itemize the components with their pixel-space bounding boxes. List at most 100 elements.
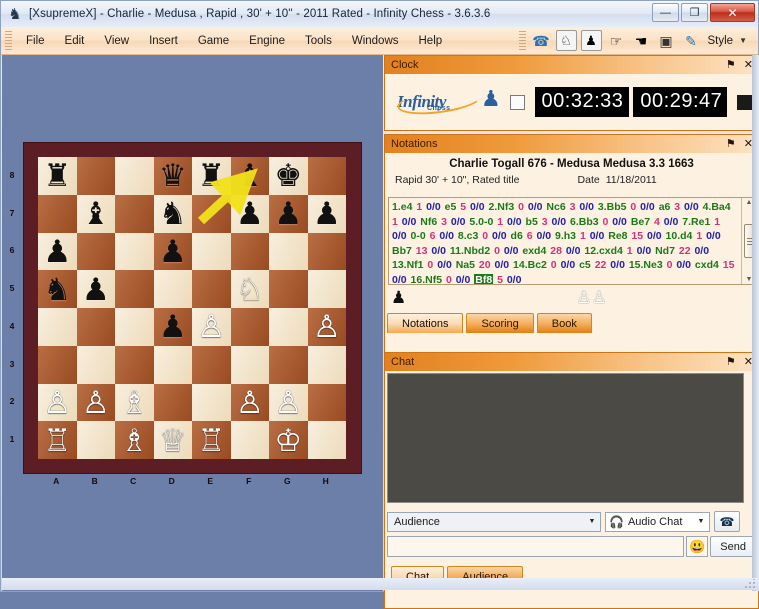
dock-scrollbar[interactable] xyxy=(752,55,759,591)
board-square-f7[interactable]: ♟ xyxy=(230,194,269,233)
board-square-g8[interactable]: ♚ xyxy=(269,157,308,195)
chess-board[interactable]: ♜ ♛ ♜ ♝ ♚ ♝ ♞ ♟ ♟ ♟ ♟ ♟ ♞ ♟ ♘ ♟ ♙ ♙ ♙ ♙ ♗ ♙ ♙ ♖ ♗ ♕ ♖ ♔ xyxy=(23,142,362,474)
send-button[interactable]: Send xyxy=(710,536,756,557)
close-button[interactable]: ✕ xyxy=(710,3,755,22)
board-square-c8[interactable] xyxy=(115,157,154,195)
board-grid[interactable]: ♜ ♛ ♜ ♝ ♚ ♝ ♞ ♟ ♟ ♟ ♟ ♟ ♞ ♟ ♘ ♟ ♙ ♙ ♙ ♙ ♗ ♙ ♙ ♖ ♗ ♕ ♖ ♔ xyxy=(38,157,346,459)
board-square-h1[interactable] xyxy=(307,421,346,459)
move-entry[interactable]: a6 3 0/0 xyxy=(659,201,703,213)
piece-N[interactable]: ♘ xyxy=(236,274,264,305)
move-san[interactable]: Nd7 xyxy=(655,245,675,257)
move-entry[interactable]: 9.h3 1 0/0 xyxy=(555,230,608,242)
piece-r[interactable]: ♜ xyxy=(43,160,71,191)
move-san[interactable]: cxd4 xyxy=(695,259,719,271)
board-square-b4[interactable] xyxy=(76,308,115,346)
move-san[interactable]: Re8 xyxy=(608,230,627,242)
board-square-f2[interactable]: ♙ xyxy=(230,383,269,422)
board-square-a2[interactable]: ♙ xyxy=(38,383,77,422)
piece-P[interactable]: ♙ xyxy=(43,387,71,418)
move-entry[interactable]: 1.e4 1 0/0 xyxy=(392,201,445,213)
board-square-g2[interactable]: ♙ xyxy=(269,383,308,422)
telephone-icon[interactable]: ☎ xyxy=(531,30,552,51)
move-san[interactable]: Be7 xyxy=(631,216,650,228)
piece-r[interactable]: ♜ xyxy=(197,160,225,191)
piece-p[interactable]: ♟ xyxy=(159,311,187,342)
move-entry[interactable]: 13.Nf1 0 0/0 xyxy=(392,259,456,271)
piece-n[interactable]: ♞ xyxy=(43,274,71,305)
chevron-down-icon[interactable]: ▼ xyxy=(739,36,747,45)
piece-R[interactable]: ♖ xyxy=(43,425,71,456)
board-square-c6[interactable] xyxy=(115,232,154,271)
move-san[interactable]: Nc6 xyxy=(546,201,565,213)
menu-item-view[interactable]: View xyxy=(94,31,139,51)
board-square-d6[interactable]: ♟ xyxy=(153,232,192,271)
audience-select[interactable]: Audience ▼ xyxy=(387,511,601,532)
board-square-b3[interactable] xyxy=(76,345,115,384)
board-square-d1[interactable]: ♕ xyxy=(153,421,192,459)
white-knight-icon[interactable]: ♘ xyxy=(555,30,577,51)
board-square-e4[interactable]: ♙ xyxy=(192,308,231,346)
piece-B[interactable]: ♗ xyxy=(120,387,148,418)
piece-b[interactable]: ♝ xyxy=(236,160,264,191)
board-square-d3[interactable] xyxy=(153,345,192,384)
piece-p[interactable]: ♟ xyxy=(159,236,187,267)
hand-resign-icon[interactable]: ☚ xyxy=(631,30,652,51)
board-square-g5[interactable] xyxy=(269,270,308,308)
board-square-f8[interactable]: ♝ xyxy=(230,157,269,195)
toolbar-grip-handle[interactable] xyxy=(518,30,526,51)
piece-p[interactable]: ♟ xyxy=(82,274,110,305)
move-san[interactable]: 11.Nbd2 xyxy=(450,245,490,257)
move-entry[interactable]: exd4 28 0/0 xyxy=(522,245,584,257)
move-san[interactable]: 10.d4 xyxy=(666,230,693,242)
piece-p[interactable]: ♟ xyxy=(236,198,264,229)
board-square-h6[interactable] xyxy=(307,232,346,271)
black-turn-indicator[interactable] xyxy=(737,94,753,110)
piece-p[interactable]: ♟ xyxy=(43,236,71,267)
move-entry[interactable]: 14.Bc2 0 0/0 xyxy=(513,259,579,271)
board-square-f1[interactable] xyxy=(230,421,269,459)
board-square-d8[interactable]: ♛ xyxy=(153,157,192,195)
board-square-d2[interactable] xyxy=(153,383,192,422)
move-san[interactable]: 5.0-0 xyxy=(469,216,493,228)
move-entry[interactable]: 10.d4 1 0/0 xyxy=(666,230,721,242)
move-list-container[interactable]: 1.e4 1 0/0 e5 5 0/0 2.Nf3 0 0/0 Nc6 3 0/… xyxy=(388,197,757,285)
board-square-e6[interactable] xyxy=(192,232,231,271)
move-entry[interactable]: b5 3 0/0 xyxy=(526,216,570,228)
move-san[interactable]: exd4 xyxy=(522,245,546,257)
board-icon[interactable]: ▣ xyxy=(656,30,677,51)
tab-notations[interactable]: Notations xyxy=(387,313,464,333)
piece-p[interactable]: ♟ xyxy=(313,198,341,229)
menu-item-help[interactable]: Help xyxy=(409,31,453,51)
board-square-g1[interactable]: ♔ xyxy=(269,421,308,459)
board-square-b1[interactable] xyxy=(76,421,115,459)
board-square-d4[interactable]: ♟ xyxy=(153,308,192,346)
board-square-c3[interactable] xyxy=(115,345,154,384)
board-square-b5[interactable]: ♟ xyxy=(76,270,115,308)
chevron-down-icon[interactable]: ▼ xyxy=(584,513,600,531)
piece-P[interactable]: ♙ xyxy=(82,387,110,418)
hand-offer-draw-icon[interactable]: ☞ xyxy=(606,30,627,51)
board-square-c4[interactable] xyxy=(115,308,154,346)
move-entry[interactable]: 6.Bb3 0 0/0 xyxy=(570,216,631,228)
move-san[interactable]: 14.Bc2 xyxy=(513,259,547,271)
piece-P[interactable]: ♙ xyxy=(274,387,302,418)
call-button[interactable]: ☎ xyxy=(714,511,740,532)
black-pawn-icon[interactable]: ♟ xyxy=(580,30,602,51)
board-square-f3[interactable] xyxy=(230,345,269,384)
board-square-h5[interactable] xyxy=(307,270,346,308)
menu-item-windows[interactable]: Windows xyxy=(342,31,409,51)
menu-item-file[interactable]: File xyxy=(16,31,55,51)
white-turn-indicator[interactable] xyxy=(509,94,525,110)
board-square-e7[interactable] xyxy=(192,194,231,233)
maximize-button[interactable]: ❐ xyxy=(681,3,708,22)
board-square-a4[interactable] xyxy=(38,308,77,346)
board-square-e2[interactable] xyxy=(192,383,231,422)
menu-item-tools[interactable]: Tools xyxy=(295,31,342,51)
move-san[interactable]: 4.Ba4 xyxy=(703,201,731,213)
board-square-d5[interactable] xyxy=(153,270,192,308)
move-entry[interactable]: 0-0 6 0/0 xyxy=(411,230,458,242)
move-entry[interactable]: 15.Ne3 0 0/0 xyxy=(629,259,695,271)
move-entry[interactable]: Nd7 22 0/0 xyxy=(655,245,709,257)
menu-item-engine[interactable]: Engine xyxy=(239,31,295,51)
move-san[interactable]: 6.Bb3 xyxy=(570,216,599,228)
